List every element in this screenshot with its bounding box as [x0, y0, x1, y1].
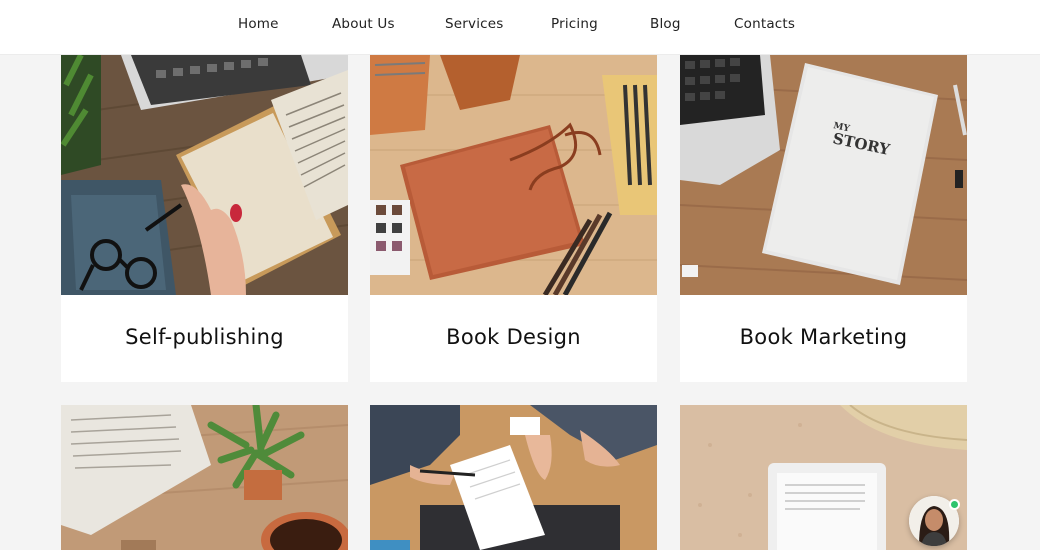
service-card-self-publishing[interactable]: Self-publishing	[61, 55, 348, 382]
nav-link-pricing[interactable]: Pricing	[551, 16, 598, 32]
top-navigation: Home About Us Services Pricing Blog Cont…	[0, 0, 1040, 55]
nav-link-contacts[interactable]: Contacts	[734, 16, 795, 32]
nav-link-home[interactable]: Home	[238, 16, 279, 32]
service-title: Self-publishing	[125, 325, 284, 349]
nav-link-about-us[interactable]: About Us	[332, 16, 395, 32]
leather-notebook-image	[370, 55, 657, 295]
service-title: Book Marketing	[739, 325, 908, 349]
service-card-book-marketing[interactable]: MY STORY Book Marketing	[680, 55, 967, 382]
nav-link-services[interactable]: Services	[445, 16, 504, 32]
service-title: Book Design	[446, 325, 581, 349]
open-book-succulent-image	[61, 405, 348, 550]
service-card-book-design[interactable]: Book Design	[370, 55, 657, 382]
service-card[interactable]	[61, 405, 348, 550]
online-status-indicator	[949, 499, 960, 510]
service-card[interactable]	[370, 405, 657, 550]
my-story-book-image: MY STORY	[680, 55, 967, 295]
business-documents-image	[370, 405, 657, 550]
nav-link-blog[interactable]: Blog	[650, 16, 681, 32]
desk-open-book-image	[61, 55, 348, 295]
